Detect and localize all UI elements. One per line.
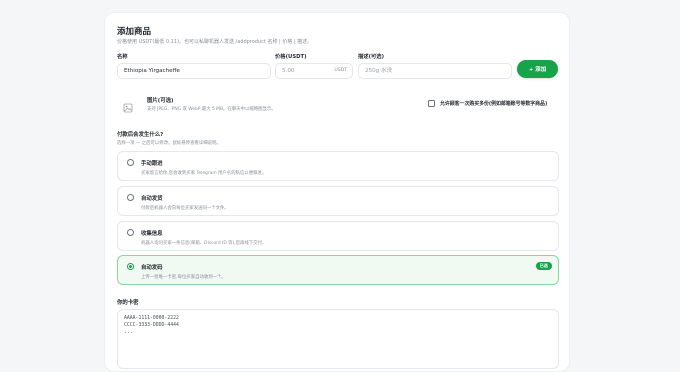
option-title: 手动跟进 bbox=[141, 161, 163, 167]
radio-button[interactable] bbox=[127, 194, 134, 201]
image-upload-row[interactable]: 图片(可选) 支持 JPEG、PNG 或 WebP,最大 5 MB。在聊天中以缩… bbox=[117, 91, 559, 119]
description-field[interactable]: 250g 水洗 bbox=[358, 63, 512, 79]
add-button[interactable]: + 添加 bbox=[517, 60, 558, 78]
delivery-hint: 选择一项 — 之后可以修改。鼠标悬停查看详细说明。 bbox=[117, 141, 221, 146]
delivery-option-auto-code[interactable]: 自动发码 上传一批唯一卡密,每位买家自动收到一个。 已选 bbox=[117, 255, 559, 285]
delivery-option-manual[interactable]: 手动跟进 买家留言给你,您会收到买家 Telegram 用户名的私信以便跟进。 bbox=[117, 151, 559, 181]
delivery-option-auto-ship[interactable]: 自动发货 付款后机器人会向每位买家发送同一个文件。 bbox=[117, 186, 559, 216]
add-button-label: + 添加 bbox=[528, 67, 547, 73]
option-desc: 机器人询问买家一条信息(邮箱、Discord ID 等),您再线下交付。 bbox=[141, 241, 267, 246]
option-title: 收集信息 bbox=[141, 231, 163, 237]
code-line: ... bbox=[124, 330, 133, 335]
delivery-question: 付款后会发生什么? bbox=[117, 132, 164, 138]
option-desc: 买家留言给你,您会收到买家 Telegram 用户名的私信以便跟进。 bbox=[141, 171, 267, 176]
page-subtitle: 价格使用 USDT(最低 0.11)。也可以私聊机器人发送 /addproduc… bbox=[117, 39, 313, 45]
radio-button-selected[interactable] bbox=[127, 263, 134, 270]
image-upload-title: 图片(可选) bbox=[147, 98, 174, 104]
option-title: 自动发码 bbox=[141, 265, 163, 271]
description-label: 描述(可选) bbox=[358, 54, 385, 60]
option-desc: 付款后机器人会向每位买家发送同一个文件。 bbox=[141, 206, 229, 211]
price-value: 5.00 bbox=[282, 68, 295, 74]
name-label: 名称 bbox=[117, 54, 128, 60]
radio-button[interactable] bbox=[127, 159, 134, 166]
price-field[interactable]: 5.00 USDT bbox=[275, 63, 353, 79]
image-upload-desc: 支持 JPEG、PNG 或 WebP,最大 5 MB。在聊天中以缩略图显示。 bbox=[147, 107, 276, 112]
delivery-option-collect-info[interactable]: 收集信息 机器人询问买家一条信息(邮箱、Discord ID 等),您再线下交付… bbox=[117, 221, 559, 251]
codes-textarea[interactable]: AAAA-1111-0000-2222 CCCC-3333-DDDD-4444 … bbox=[117, 309, 559, 369]
price-suffix: USDT bbox=[334, 68, 347, 73]
option-title: 自动发货 bbox=[141, 196, 163, 202]
code-line: AAAA-1111-0000-2222 bbox=[124, 316, 179, 321]
radio-button[interactable] bbox=[127, 229, 134, 236]
price-label: 价格(USDT) bbox=[275, 54, 307, 60]
add-product-card: 添加商品 价格使用 USDT(最低 0.11)。也可以私聊机器人发送 /addp… bbox=[104, 12, 570, 372]
codes-label: 你的卡密 bbox=[117, 300, 139, 306]
multi-purchase-checkbox[interactable] bbox=[428, 100, 435, 107]
page-title: 添加商品 bbox=[117, 27, 152, 37]
multi-purchase-label[interactable]: 允许顾客一次购买多份(例如邮箱账号等数字商品) bbox=[440, 100, 547, 107]
name-field[interactable]: Ethiopia Yirgacheffe bbox=[117, 63, 271, 79]
image-icon bbox=[123, 98, 133, 113]
option-desc: 上传一批唯一卡密,每位买家自动收到一个。 bbox=[141, 275, 226, 280]
code-line: CCCC-3333-DDDD-4444 bbox=[124, 323, 179, 328]
selected-badge: 已选 bbox=[535, 262, 552, 270]
